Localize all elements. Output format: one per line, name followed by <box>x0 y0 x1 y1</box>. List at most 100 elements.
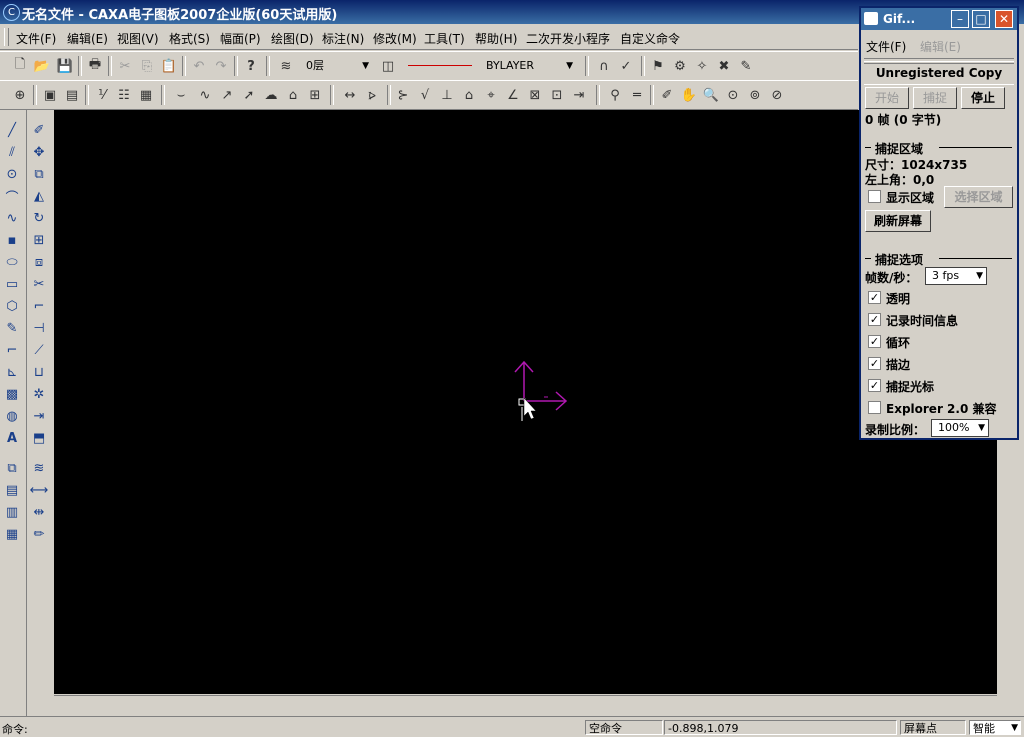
start-button[interactable]: 开始 <box>865 87 909 109</box>
menu-grip[interactable] <box>4 28 9 46</box>
select-region-button[interactable]: 选择区域 <box>944 186 1013 208</box>
roughness-icon[interactable]: √ <box>415 85 435 105</box>
dimension-style-icon[interactable]: ⇹ <box>28 502 50 522</box>
outline-checkbox[interactable]: ✓ <box>868 357 881 370</box>
circle-icon[interactable]: ⊙ <box>1 164 23 184</box>
centerline-icon[interactable]: ⌐ <box>1 340 23 360</box>
move-icon[interactable]: ✥ <box>28 142 50 162</box>
ellipse-icon[interactable]: ⬭ <box>1 252 23 272</box>
text-icon[interactable]: A <box>1 428 23 448</box>
menu-draw[interactable]: 绘图(D) <box>271 30 314 47</box>
mirror-icon[interactable]: ◭ <box>28 186 50 206</box>
cloud-icon[interactable]: ☁ <box>261 85 281 105</box>
polyline-icon[interactable]: ✎ <box>1 318 23 338</box>
menu-dev-programs[interactable]: 二次开发小程序 <box>526 30 610 47</box>
scale-icon[interactable]: ⧈ <box>28 252 50 272</box>
linetype-icon[interactable]: ◫ <box>378 56 398 76</box>
tools-icon[interactable]: ✖ <box>714 56 734 76</box>
align-icon[interactable]: ⇥ <box>28 406 50 426</box>
spline-icon[interactable]: ∿ <box>1 208 23 228</box>
measure-icon[interactable]: ═ <box>627 85 647 105</box>
arc-icon[interactable]: ⌒ <box>1 186 23 206</box>
redraw-icon[interactable]: ✐ <box>657 85 677 105</box>
block-icon[interactable]: ⧉ <box>1 458 23 478</box>
minimize-icon[interactable]: – <box>951 10 969 28</box>
gif-menu-file[interactable]: 文件(F) <box>866 38 906 55</box>
undo-icon[interactable]: ↶ <box>189 56 209 76</box>
rotate-icon[interactable]: ↻ <box>28 208 50 228</box>
property-match-icon[interactable]: ⬒ <box>28 428 50 448</box>
capture-button[interactable]: 捕捉 <box>913 87 957 109</box>
menu-dimension[interactable]: 标注(N) <box>322 30 364 47</box>
transparent-checkbox[interactable]: ✓ <box>868 291 881 304</box>
extend-icon[interactable]: ⊣ <box>28 318 50 338</box>
fill-icon[interactable]: ◍ <box>1 406 23 426</box>
help-question-icon[interactable]: ? <box>241 56 261 76</box>
fps-select[interactable]: 3 fps ▼ <box>925 267 987 285</box>
break-icon[interactable]: ⟋ <box>28 340 50 360</box>
erase-icon[interactable]: ✐ <box>28 120 50 140</box>
layer-toggle-icon[interactable]: ≋ <box>28 458 50 478</box>
property-icon[interactable]: ⚑ <box>648 56 668 76</box>
equidistant-icon[interactable]: ⊾ <box>1 362 23 382</box>
datum-icon[interactable]: ⊥ <box>437 85 457 105</box>
maximize-icon[interactable]: □ <box>972 10 990 28</box>
menu-file[interactable]: 文件(F) <box>16 30 56 47</box>
new-file-icon[interactable]: 🗋 <box>10 56 30 76</box>
library-icon[interactable]: ▦ <box>1 524 23 544</box>
vertex-icon[interactable]: ✓ <box>616 56 636 76</box>
drawing-canvas[interactable] <box>54 110 997 694</box>
hatch-icon[interactable]: ▩ <box>1 384 23 404</box>
app-icon[interactable]: C <box>3 4 20 21</box>
zoom-all-icon[interactable]: ⊚ <box>745 85 765 105</box>
pan-icon[interactable]: ✋ <box>679 85 699 105</box>
dimension-icon[interactable]: ↔ <box>340 85 360 105</box>
section-icon[interactable]: ⊡ <box>547 85 567 105</box>
parts-list-icon[interactable]: ☷ <box>114 85 134 105</box>
angle-icon[interactable]: ∠ <box>503 85 523 105</box>
layer-icon[interactable]: ≋ <box>276 56 296 76</box>
array-icon[interactable]: ⊞ <box>28 230 50 250</box>
center-icon[interactable]: ⊞ <box>305 85 325 105</box>
refresh-screen-button[interactable]: 刷新屏幕 <box>865 210 931 232</box>
query-icon[interactable]: ⚲ <box>605 85 625 105</box>
ratio-icon[interactable]: ↗ <box>217 85 237 105</box>
paste-icon[interactable]: 📋 <box>159 56 179 76</box>
copy-select-icon[interactable]: ⧉ <box>28 164 50 184</box>
menu-format[interactable]: 格式(S) <box>169 30 210 47</box>
chamfer-icon[interactable]: ⊠ <box>525 85 545 105</box>
match-icon[interactable]: ⚙ <box>670 56 690 76</box>
explode-icon[interactable]: ✲ <box>28 384 50 404</box>
cut-icon[interactable]: ✂ <box>115 56 135 76</box>
zoom-icon[interactable]: 🔍 <box>701 85 721 105</box>
select-all-icon[interactable]: ⊕ <box>10 85 30 105</box>
stop-button[interactable]: 停止 <box>961 87 1005 109</box>
image-icon[interactable]: ▥ <box>1 502 23 522</box>
scale-select[interactable]: 100% ▼ <box>931 419 989 437</box>
menu-help[interactable]: 帮助(H) <box>475 30 517 47</box>
menu-custom-commands[interactable]: 自定义命令 <box>620 30 680 47</box>
layer-select[interactable]: 0层 ▼ <box>302 56 372 76</box>
arrow-icon[interactable]: ➚ <box>239 85 259 105</box>
hook-icon[interactable]: ⌣ <box>171 85 191 105</box>
spring-icon[interactable]: ∿ <box>195 85 215 105</box>
show-region-checkbox[interactable] <box>868 190 881 203</box>
save-icon[interactable]: 💾 <box>55 56 75 76</box>
point-icon[interactable]: ▪ <box>1 230 23 250</box>
menu-sheet[interactable]: 幅面(P) <box>220 30 261 47</box>
coordinate-icon[interactable]: ⦠ <box>362 85 382 105</box>
leader-icon[interactable]: ⊱ <box>393 85 413 105</box>
close-icon[interactable]: ✕ <box>995 10 1013 28</box>
dimension-edit-icon[interactable]: ⟷ <box>28 480 50 500</box>
gif-menu-edit[interactable]: 编辑(E) <box>920 38 961 55</box>
menu-edit[interactable]: 编辑(E) <box>67 30 108 47</box>
trim-icon[interactable]: ✂ <box>28 274 50 294</box>
redo-icon[interactable]: ↷ <box>211 56 231 76</box>
insert-block-icon[interactable]: ▤ <box>1 480 23 500</box>
menu-modify[interactable]: 修改(M) <box>373 30 417 47</box>
menu-tools[interactable]: 工具(T) <box>424 30 465 47</box>
copy-icon[interactable]: ⎘ <box>137 56 157 76</box>
mechanism-icon[interactable]: ✧ <box>692 56 712 76</box>
tolerance-icon[interactable]: ⌖ <box>481 85 501 105</box>
view-arrow-icon[interactable]: ⇥ <box>569 85 589 105</box>
